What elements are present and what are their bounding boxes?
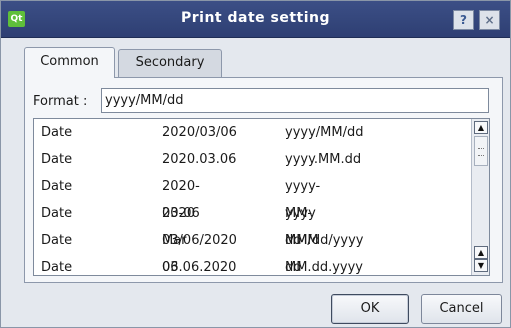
dialog-window: Qt Print date setting ? × Common Seconda… <box>0 0 511 328</box>
list-item-example: 03.06.2020 <box>162 260 237 275</box>
close-button[interactable]: × <box>479 10 500 30</box>
list-item-type: Date <box>41 206 73 221</box>
format-list[interactable]: Date 2020/03/06 yyyy/MM/dd Date 2020.03.… <box>33 118 490 276</box>
ok-button[interactable]: OK <box>331 294 409 324</box>
list-item-pattern: MM/dd/yyyy <box>285 233 364 248</box>
scroll-down-arrow-icon[interactable]: ▼ <box>474 259 488 272</box>
list-item-pattern: yyyy/MM/dd <box>285 125 364 140</box>
list-item-type: Date <box>41 125 73 140</box>
scrollbar-thumb[interactable] <box>474 136 488 166</box>
list-item-pattern: yyyy.MM.dd <box>285 152 362 167</box>
cancel-button[interactable]: Cancel <box>421 294 502 324</box>
tab-secondary[interactable]: Secondary <box>118 49 222 77</box>
scroll-up-arrow-icon[interactable]: ▲ <box>474 121 488 134</box>
title-bar[interactable]: Qt Print date setting ? × <box>1 1 510 38</box>
list-item-example: 2020.03.06 <box>162 152 237 167</box>
grip-icon <box>478 148 484 156</box>
tab-common[interactable]: Common <box>24 47 115 78</box>
list-item-type: Date <box>41 179 73 194</box>
scroll-up-arrow-icon[interactable]: ▲ <box>474 246 488 259</box>
list-item-pattern: MM.dd.yyyy <box>285 260 363 275</box>
format-input[interactable]: yyyy/MM/dd <box>101 88 489 113</box>
list-item-type: Date <box>41 260 73 275</box>
vertical-scrollbar[interactable]: ▲ ▲ ▼ <box>471 119 489 275</box>
format-label: Format : <box>33 94 88 109</box>
list-item-type: Date <box>41 152 73 167</box>
dialog-title: Print date setting <box>180 10 331 26</box>
list-item-example: 03/06/2020 <box>162 233 237 248</box>
help-button[interactable]: ? <box>453 10 474 30</box>
list-item-type: Date <box>41 233 73 248</box>
list-item-example: 2020/03/06 <box>162 125 237 140</box>
